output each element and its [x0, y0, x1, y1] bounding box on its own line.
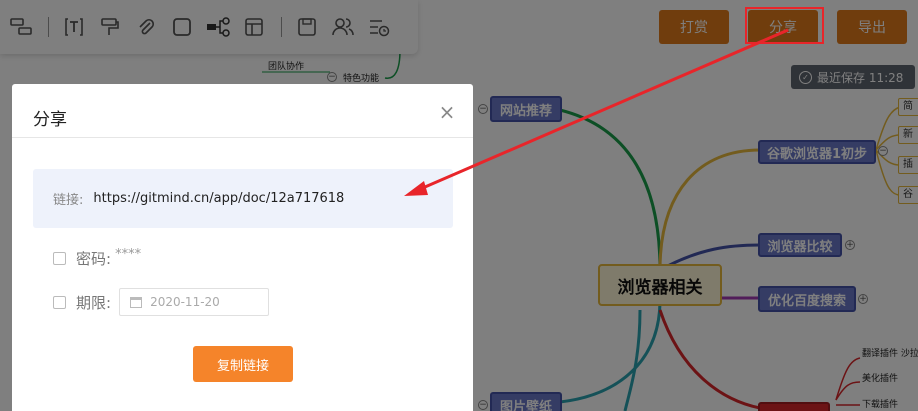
close-icon[interactable]: ×	[437, 102, 457, 122]
expiry-checkbox[interactable]	[53, 295, 66, 309]
password-value: ****	[115, 247, 142, 262]
password-label: 密码:	[76, 250, 112, 268]
expiry-label: 期限:	[76, 293, 112, 312]
password-checkbox[interactable]	[53, 252, 66, 265]
password-option: 密码: ****	[53, 247, 142, 269]
dialog-title: 分享	[33, 110, 67, 130]
expiry-date-input[interactable]: 2020-11-20	[119, 288, 270, 316]
link-label: 链接:	[53, 193, 84, 208]
share-button-highlight	[745, 7, 824, 44]
expiry-option: 期限: 2020-11-20	[53, 288, 270, 316]
share-dialog: 分享 × 链接: https://gitmind.cn/app/doc/12a7…	[12, 84, 473, 411]
share-link-url[interactable]: https://gitmind.cn/app/doc/12a717618	[93, 191, 344, 206]
calendar-icon	[130, 296, 143, 308]
share-link-box[interactable]: 链接: https://gitmind.cn/app/doc/12a717618	[33, 169, 453, 228]
expiry-date-value: 2020-11-20	[150, 295, 220, 309]
copy-link-button[interactable]: 复制链接	[193, 346, 293, 382]
dialog-divider	[12, 137, 473, 138]
